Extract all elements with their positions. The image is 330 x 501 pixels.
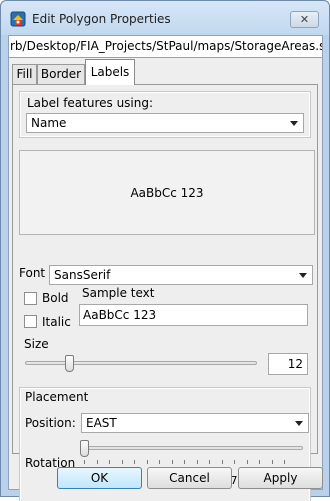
- chevron-down-icon: [299, 273, 307, 278]
- bold-label: Bold: [42, 291, 69, 305]
- tab-fill[interactable]: Fill: [12, 64, 37, 84]
- tab-labels-label: Labels: [90, 65, 130, 79]
- rotation-tick: [146, 460, 148, 464]
- rotation-tick: [159, 460, 160, 464]
- bold-checkbox[interactable]: [24, 292, 37, 305]
- apply-button[interactable]: Apply: [238, 467, 323, 489]
- font-value: SansSerif: [54, 268, 111, 282]
- position-label: Position:: [25, 416, 76, 430]
- rotation-tick: [209, 460, 210, 464]
- rotation-tick: [134, 460, 135, 464]
- ok-button-label: OK: [90, 471, 109, 485]
- file-path-field[interactable]: rb/Desktop/FIA_Projects/StPaul/maps/Stor…: [9, 36, 322, 58]
- close-icon: ✕: [299, 13, 310, 26]
- rotation-tick: [109, 460, 110, 464]
- cancel-button[interactable]: Cancel: [147, 467, 232, 489]
- close-button[interactable]: ✕: [290, 11, 319, 28]
- font-select[interactable]: SansSerif: [49, 265, 313, 285]
- chevron-down-icon: [290, 121, 298, 126]
- font-label: Font: [19, 266, 46, 280]
- chevron-down-icon: [295, 421, 303, 426]
- window-title: Edit Polygon Properties: [32, 12, 171, 26]
- dialog-window: Edit Polygon Properties ✕ rb/Desktop/FIA…: [0, 0, 330, 501]
- rotation-tick: [96, 460, 98, 464]
- size-input[interactable]: 12: [268, 353, 308, 375]
- dialog-body: rb/Desktop/FIA_Projects/StPaul/maps/Stor…: [8, 35, 323, 501]
- label-preview: AaBbCc 123: [19, 150, 315, 235]
- ok-button[interactable]: OK: [57, 467, 142, 489]
- rotation-tick: [284, 460, 285, 464]
- tab-border-label: Border: [40, 67, 82, 81]
- label-features-title: Label features using:: [27, 96, 154, 110]
- position-value: EAST: [86, 416, 117, 430]
- rotation-tick: [221, 460, 223, 464]
- italic-label: Italic: [42, 315, 71, 329]
- apply-button-label: Apply: [263, 471, 298, 485]
- size-slider-track[interactable]: [25, 361, 257, 365]
- rotation-slider-track[interactable]: [81, 446, 303, 450]
- rotation-tick: [184, 460, 185, 464]
- tab-labels[interactable]: Labels: [85, 59, 135, 85]
- sample-text-value: AaBbCc 123: [83, 308, 157, 322]
- rotation-tick: [121, 460, 123, 464]
- rotation-tick: [171, 460, 173, 464]
- position-select[interactable]: EAST: [81, 413, 309, 433]
- rotation-slider-thumb[interactable]: [80, 440, 89, 457]
- label-field-value: Name: [31, 116, 67, 130]
- size-value: 12: [287, 357, 303, 371]
- rotation-tick: [259, 460, 260, 464]
- sample-text-label: Sample text: [82, 286, 155, 300]
- cancel-button-label: Cancel: [169, 471, 210, 485]
- tab-border[interactable]: Border: [37, 64, 85, 84]
- labels-tab-panel: Label features using: Name AaBbCc 123 Fo…: [12, 84, 318, 501]
- tab-fill-label: Fill: [16, 67, 33, 81]
- rotation-tick: [271, 460, 273, 464]
- rotation-tick: [246, 460, 248, 464]
- rotation-tick: [84, 460, 85, 464]
- preview-text: AaBbCc 123: [130, 185, 204, 200]
- italic-checkbox[interactable]: [24, 315, 37, 328]
- title-bar[interactable]: Edit Polygon Properties ✕: [1, 1, 329, 35]
- rotation-tick: [234, 460, 235, 464]
- sample-text-input[interactable]: AaBbCc 123: [79, 304, 308, 326]
- size-slider-thumb[interactable]: [65, 355, 75, 372]
- label-features-group: Label features using: Name: [19, 91, 311, 138]
- rotation-tick: [196, 460, 198, 464]
- label-field-select[interactable]: Name: [26, 113, 304, 133]
- placement-title: Placement: [25, 390, 89, 404]
- size-label: Size: [24, 337, 49, 351]
- app-logo-icon: [10, 11, 26, 27]
